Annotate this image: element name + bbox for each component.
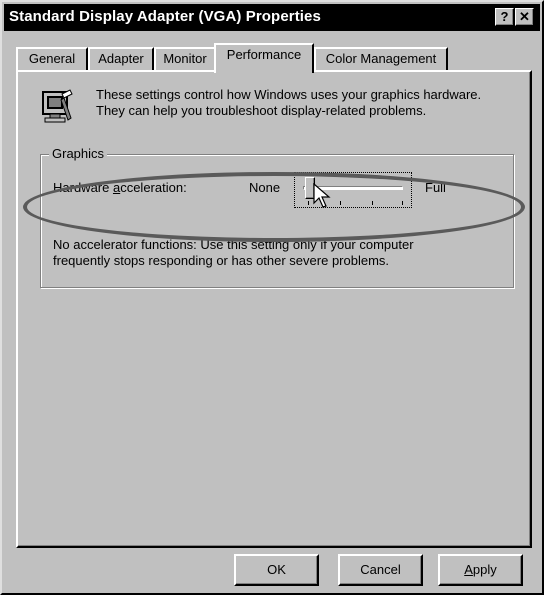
slider-tick xyxy=(340,201,341,205)
slider-tick xyxy=(308,201,309,205)
slider-tick xyxy=(372,201,373,205)
apply-button[interactable]: Apply xyxy=(438,554,523,586)
help-button[interactable]: ? xyxy=(495,8,514,26)
description-line: No accelerator functions: Use this setti… xyxy=(53,237,414,252)
button-label: OK xyxy=(267,562,286,577)
graphics-group-label: Graphics xyxy=(49,146,108,161)
tab-label: Performance xyxy=(226,47,302,62)
button-label: Cancel xyxy=(360,562,401,577)
title-bar[interactable]: Standard Display Adapter (VGA) Propertie… xyxy=(4,4,540,31)
ok-button[interactable]: OK xyxy=(234,554,319,586)
graphics-groupbox: Graphics Hardware acceleration: None Ful… xyxy=(40,146,514,288)
label-part: Hardware xyxy=(53,180,113,195)
window-title: Standard Display Adapter (VGA) Propertie… xyxy=(9,8,321,25)
acceleration-slider[interactable] xyxy=(294,172,412,208)
tab-monitor[interactable]: Monitor xyxy=(154,47,216,71)
help-icon: ? xyxy=(500,9,509,24)
tab-performance[interactable]: Performance xyxy=(214,43,314,73)
info-text-line: These settings control how Windows uses … xyxy=(96,87,482,102)
monitor-settings-icon xyxy=(42,89,73,123)
cancel-button[interactable]: Cancel xyxy=(338,554,423,586)
description-line: frequently stops responding or has other… xyxy=(53,253,390,268)
slider-max-label: Full xyxy=(425,180,446,195)
slider-tick xyxy=(402,201,403,205)
close-icon: ✕ xyxy=(519,9,530,24)
label-part: pply xyxy=(472,562,497,577)
hardware-acceleration-label: Hardware acceleration: xyxy=(53,180,187,195)
mouse-pointer-icon xyxy=(313,183,331,208)
tab-general[interactable]: General xyxy=(16,47,88,71)
performance-panel: These settings control how Windows uses … xyxy=(16,70,532,548)
button-label: Apply xyxy=(464,562,497,577)
tab-label: General xyxy=(28,51,76,66)
accelerator-key: A xyxy=(464,562,473,577)
tab-adapter[interactable]: Adapter xyxy=(88,47,154,71)
tab-label: Adapter xyxy=(98,51,144,66)
tab-label: Color Management xyxy=(325,51,437,66)
slider-min-label: None xyxy=(249,180,281,195)
tab-strip: General Adapter Monitor Performance Colo… xyxy=(16,43,536,73)
acceleration-description: No accelerator functions: Use this setti… xyxy=(53,237,503,269)
properties-dialog: Standard Display Adapter (VGA) Propertie… xyxy=(0,0,544,595)
info-text: These settings control how Windows uses … xyxy=(96,87,526,119)
label-part: cceleration: xyxy=(120,180,187,195)
info-text-line: They can help you troubleshoot display-r… xyxy=(96,103,427,118)
tab-label: Monitor xyxy=(163,51,207,66)
close-button[interactable]: ✕ xyxy=(515,8,534,26)
tab-color-management[interactable]: Color Management xyxy=(314,47,448,71)
